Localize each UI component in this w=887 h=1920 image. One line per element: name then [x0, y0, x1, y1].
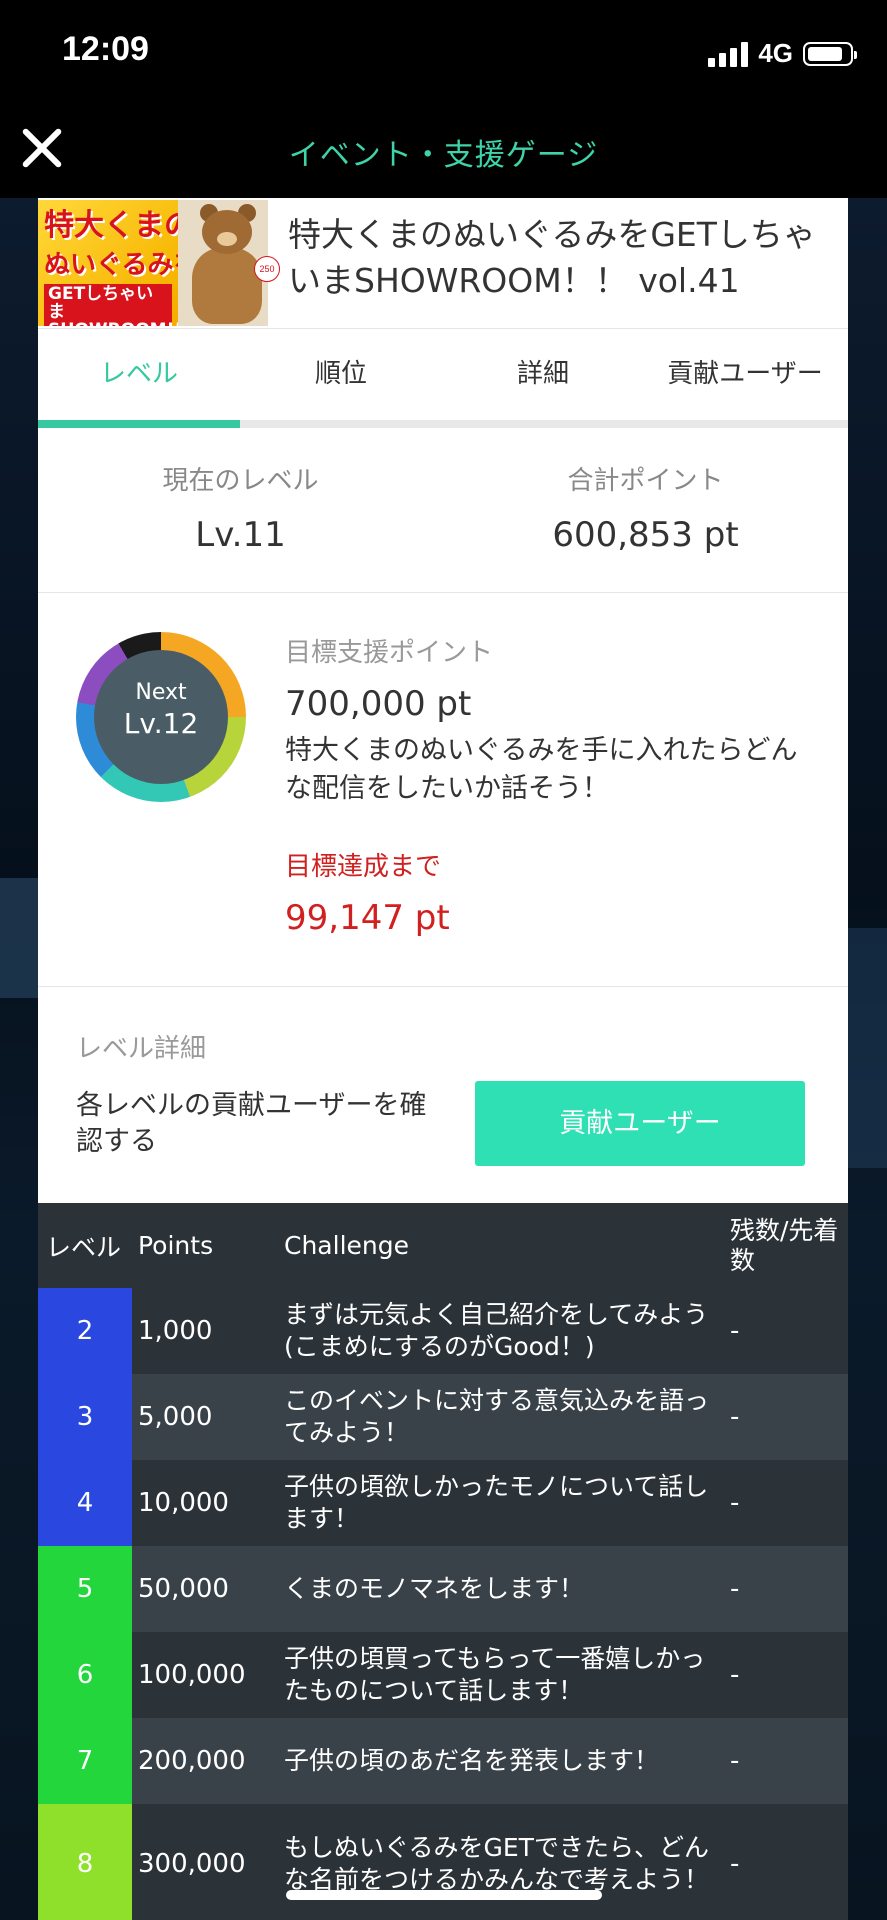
current-level: 現在のレベル Lv.11: [38, 460, 443, 555]
target-description: 特大くまのぬいぐるみを手に入れたらどんな配信をしたいか話そう！: [285, 735, 798, 804]
points-cell: 1,000: [138, 1316, 213, 1346]
remaining-cell: -: [730, 1316, 740, 1346]
thumbnail-text-2: ぬいぐるみを: [44, 250, 200, 280]
challenge-cell: 子供の頃のあだ名を発表します！: [284, 1746, 660, 1775]
total-points-value: 600,853 pt: [552, 515, 739, 555]
table-row: 3 5,000 このイベントに対する意気込みを語ってみよう！ -: [38, 1374, 848, 1460]
header-points: Points: [138, 1231, 214, 1260]
remaining-cell: -: [730, 1574, 740, 1604]
remaining-cell: -: [730, 1660, 740, 1690]
challenge-cell: まずは元気よく自己紹介をしてみよう(こまめにするのがGood！): [284, 1300, 709, 1361]
level-cell: 3: [38, 1374, 132, 1460]
contributors-button[interactable]: 貢献ユーザー: [475, 1081, 805, 1166]
event-banner[interactable]: 特大くまの ぬいぐるみを GETしちゃいま SHOWROOM!! 250 特大く…: [38, 198, 848, 329]
next-level-value: Lv.12: [123, 707, 199, 740]
header-bar: イベント・支援ゲージ: [0, 110, 887, 200]
tab-level[interactable]: レベル: [38, 328, 240, 420]
tab-details[interactable]: 詳細: [442, 328, 644, 420]
thumbnail-text-3: GETしちゃいま SHOWROOM!!: [44, 284, 182, 326]
total-points-caption: 合計ポイント: [567, 466, 724, 496]
points-cell: 5,000: [138, 1402, 213, 1432]
current-level-caption: 現在のレベル: [162, 466, 319, 496]
level-table: レベル Points Challenge 残数/先着数 2 1,000 まずは元…: [38, 1203, 848, 1920]
challenge-cell: もしぬいぐるみをGETできたら、どんな名前をつけるかみんなで考えよう！: [284, 1833, 710, 1894]
level-cell: 7: [38, 1718, 132, 1804]
challenge-cell: 子供の頃欲しかったモノについて話します！: [284, 1472, 709, 1533]
header-level: レベル: [46, 1232, 122, 1262]
remaining-value: 99,147 pt: [285, 898, 450, 938]
event-title: 特大くまのぬいぐるみをGETしちゃいまSHOWROOM！！ vol.41: [288, 215, 816, 300]
tab-indicator: [38, 420, 240, 428]
event-panel: 特大くまの ぬいぐるみを GETしちゃいま SHOWROOM!! 250 特大く…: [38, 198, 848, 1920]
next-level-section: Next Lv.12 目標支援ポイント 700,000 pt 特大くまのぬいぐる…: [38, 592, 848, 987]
table-row: 6 100,000 子供の頃買ってもらって一番嬉しかったものについて話します！ …: [38, 1632, 848, 1718]
challenge-cell: くまのモノマネをします！: [284, 1574, 585, 1603]
home-indicator[interactable]: [286, 1890, 602, 1900]
target-caption: 目標支援ポイント: [285, 638, 494, 668]
level-ring-icon: Next Lv.12: [76, 632, 246, 802]
level-summary: 現在のレベル Lv.11 合計ポイント 600,853 pt: [38, 432, 848, 593]
next-label: Next: [135, 680, 187, 705]
level-cell: 2: [38, 1288, 132, 1374]
points-cell: 100,000: [138, 1660, 246, 1690]
points-cell: 10,000: [138, 1488, 229, 1518]
battery-icon: [803, 41, 857, 66]
page-title: イベント・支援ゲージ: [288, 138, 599, 173]
tab-contributors[interactable]: 貢献ユーザー: [644, 328, 846, 420]
table-row: 2 1,000 まずは元気よく自己紹介をしてみよう(こまめにするのがGood！)…: [38, 1288, 848, 1374]
network-label: 4G: [758, 38, 793, 68]
target-value: 700,000 pt: [285, 684, 472, 724]
thumbnail-text-1: 特大くまの: [44, 208, 194, 243]
size-badge: 250: [254, 256, 280, 282]
event-thumbnail: 特大くまの ぬいぐるみを GETしちゃいま SHOWROOM!!: [38, 200, 268, 326]
signal-icon: [708, 41, 749, 67]
status-indicators: 4G: [708, 38, 857, 69]
tab-rank[interactable]: 順位: [240, 328, 442, 420]
current-level-value: Lv.11: [195, 515, 286, 555]
level-detail-section: レベル詳細 各レベルの貢献ユーザーを確認する 貢献ユーザー: [38, 986, 848, 1203]
level-cell: 6: [38, 1632, 132, 1718]
level-cell: 8: [38, 1804, 132, 1920]
status-time: 12:09: [62, 30, 149, 68]
table-row: 8 300,000 もしぬいぐるみをGETできたら、どんな名前をつけるかみんなで…: [38, 1804, 848, 1920]
table-row: 4 10,000 子供の頃欲しかったモノについて話します！ -: [38, 1460, 848, 1546]
remaining-caption: 目標達成まで: [285, 852, 442, 882]
challenge-cell: このイベントに対する意気込みを語ってみよう！: [284, 1386, 710, 1447]
table-row: 7 200,000 子供の頃のあだ名を発表します！ -: [38, 1718, 848, 1804]
level-cell: 5: [38, 1546, 132, 1632]
points-cell: 200,000: [138, 1746, 246, 1776]
status-bar: 12:09 4G: [0, 0, 887, 110]
remaining-cell: -: [730, 1402, 740, 1432]
table-row: 5 50,000 くまのモノマネをします！ -: [38, 1546, 848, 1632]
challenge-cell: 子供の頃買ってもらって一番嬉しかったものについて話します！: [284, 1644, 706, 1705]
level-detail-description: 各レベルの貢献ユーザーを確認する: [76, 1090, 427, 1157]
next-level-badge: Next Lv.12: [94, 650, 228, 784]
level-detail-caption: レベル詳細: [76, 1034, 207, 1064]
header-challenge: Challenge: [284, 1231, 409, 1260]
remaining-cell: -: [730, 1746, 740, 1776]
table-header: レベル Points Challenge 残数/先着数: [38, 1203, 848, 1288]
level-cell: 4: [38, 1460, 132, 1546]
remaining-cell: -: [730, 1849, 740, 1879]
tab-bar: レベル 順位 詳細 貢献ユーザー: [38, 328, 848, 432]
points-cell: 50,000: [138, 1574, 229, 1604]
remaining-cell: -: [730, 1488, 740, 1518]
total-points: 合計ポイント 600,853 pt: [443, 460, 848, 555]
points-cell: 300,000: [138, 1849, 246, 1879]
header-remaining: 残数/先着数: [730, 1215, 839, 1275]
